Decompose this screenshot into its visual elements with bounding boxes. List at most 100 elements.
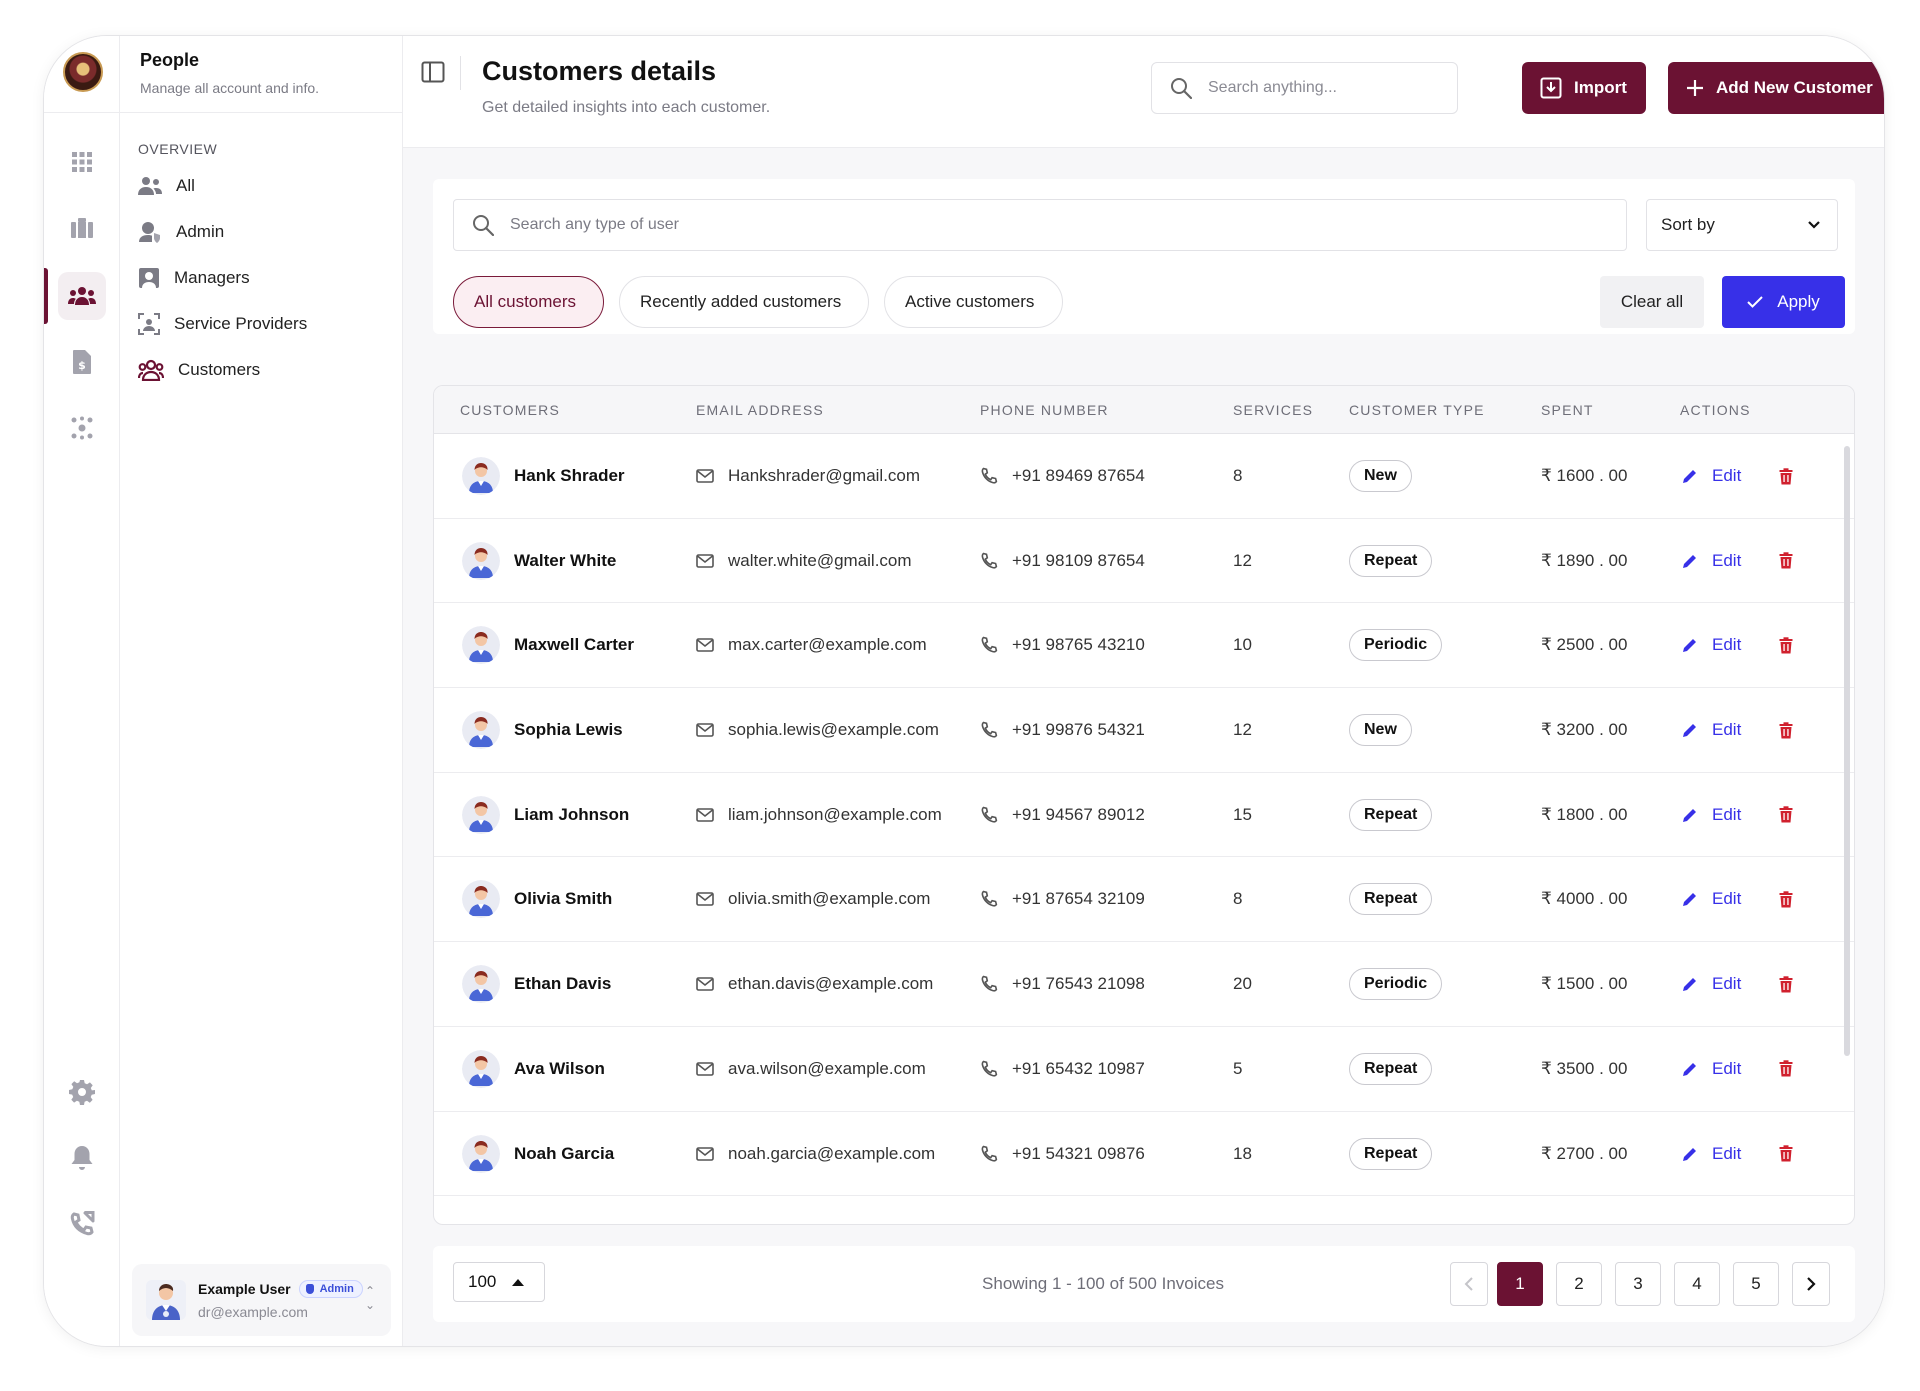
- page-2-button[interactable]: 2: [1556, 1262, 1602, 1306]
- table-row[interactable]: Walter White walter.white@gmail.com +91 98…: [434, 519, 1854, 604]
- header-divider: [460, 56, 461, 90]
- table-row[interactable]: Ava Wilson ava.wilson@example.com +91 6543…: [434, 1027, 1854, 1112]
- edit-label: Edit: [1712, 974, 1742, 994]
- people-sidebar: People Manage all account and info. OVER…: [120, 36, 403, 1346]
- customer-name: Maxwell Carter: [514, 635, 634, 655]
- table-row[interactable]: Noah Garcia noah.garcia@example.com +91 54…: [434, 1112, 1854, 1197]
- customer-phone: +91 99876 54321: [1012, 720, 1145, 740]
- edit-button[interactable]: Edit: [1682, 434, 1741, 518]
- delete-button[interactable]: [1779, 688, 1793, 772]
- delete-button[interactable]: [1779, 773, 1793, 857]
- delete-button[interactable]: [1779, 942, 1793, 1026]
- edit-button[interactable]: Edit: [1682, 1112, 1741, 1196]
- mail-icon: [696, 553, 728, 568]
- import-button[interactable]: Import: [1522, 62, 1646, 114]
- edit-button[interactable]: Edit: [1682, 1027, 1741, 1111]
- edit-button[interactable]: Edit: [1682, 773, 1741, 857]
- icon-rail: $: [44, 36, 120, 1346]
- user-search[interactable]: [453, 199, 1627, 251]
- table-row[interactable]: Hank Shrader Hankshrader@gmail.com +91 894…: [434, 434, 1854, 519]
- sidebar-item-admin[interactable]: Admin: [120, 209, 402, 255]
- table-row[interactable]: Olivia Smith olivia.smith@example.com +91 …: [434, 857, 1854, 943]
- global-search-input[interactable]: [1208, 79, 1428, 97]
- customer-name: Ava Wilson: [514, 1058, 605, 1078]
- app-logo[interactable]: [63, 52, 103, 92]
- import-label: Import: [1574, 78, 1627, 97]
- sidebar-header: People Manage all account and info.: [120, 36, 402, 113]
- type-cell: Periodic: [1349, 942, 1443, 1026]
- edit-button[interactable]: Edit: [1682, 688, 1741, 772]
- apply-button[interactable]: Apply: [1722, 276, 1845, 328]
- delete-button[interactable]: [1779, 1112, 1793, 1196]
- clear-all-button[interactable]: Clear all: [1600, 276, 1704, 328]
- invoice-icon[interactable]: $: [58, 338, 106, 386]
- edit-label: Edit: [1712, 1058, 1742, 1078]
- chip-active-customers[interactable]: Active customers: [884, 276, 1063, 328]
- customer-avatar: [462, 795, 500, 834]
- chip-recently-added[interactable]: Recently added customers: [619, 276, 869, 328]
- customer-cell: Noah Garcia: [462, 1112, 614, 1196]
- customer-type-badge: Repeat: [1349, 798, 1433, 831]
- sidebar-item-managers[interactable]: Managers: [120, 255, 402, 301]
- customer-phone: +91 98109 87654: [1012, 550, 1145, 570]
- edit-label: Edit: [1712, 1143, 1742, 1163]
- sort-by-select[interactable]: Sort by: [1646, 199, 1838, 251]
- showing-count: Showing 1 - 100 of 500 Invoices: [982, 1274, 1224, 1293]
- edit-button[interactable]: Edit: [1682, 942, 1741, 1026]
- table-header: CUSTOMERS EMAIL ADDRESS PHONE NUMBER SER…: [434, 386, 1854, 434]
- next-page-button[interactable]: [1792, 1262, 1830, 1306]
- edit-button[interactable]: Edit: [1682, 603, 1741, 687]
- table-row[interactable]: Liam Johnson liam.johnson@example.com +91 …: [434, 773, 1854, 858]
- expand-collapse-icon[interactable]: ⌃ ⌄: [365, 1284, 375, 1312]
- settings-gear-icon[interactable]: [58, 1068, 106, 1116]
- chevron-left-icon: [1464, 1277, 1473, 1291]
- people-icon[interactable]: [58, 272, 106, 320]
- phone-icon: [980, 636, 1012, 654]
- briefcase-icon[interactable]: [58, 204, 106, 252]
- customer-avatar: [462, 965, 500, 1004]
- sidebar-toggle-icon[interactable]: [421, 60, 445, 89]
- table-row[interactable]: Ethan Davis ethan.davis@example.com +91 76…: [434, 942, 1854, 1027]
- page-3-button[interactable]: 3: [1615, 1262, 1661, 1306]
- edit-button[interactable]: Edit: [1682, 519, 1741, 603]
- prev-page-button[interactable]: [1450, 1262, 1488, 1306]
- phone-call-icon[interactable]: [58, 1200, 106, 1248]
- trash-icon: [1779, 1145, 1793, 1162]
- edit-button[interactable]: Edit: [1682, 857, 1741, 941]
- chip-all-customers[interactable]: All customers: [453, 276, 604, 328]
- integrations-icon[interactable]: [58, 404, 106, 452]
- table-row[interactable]: Sophia Lewis sophia.lewis@example.com +91 …: [434, 688, 1854, 773]
- email-cell: max.carter@example.com: [696, 603, 927, 687]
- add-new-customer-button[interactable]: Add New Customer: [1668, 62, 1884, 114]
- bell-icon[interactable]: [58, 1134, 106, 1182]
- column-email: EMAIL ADDRESS: [696, 402, 824, 418]
- page-4-button[interactable]: 4: [1674, 1262, 1720, 1306]
- sort-by-label: Sort by: [1661, 215, 1715, 234]
- sidebar-item-customers[interactable]: Customers: [120, 347, 402, 393]
- table-row[interactable]: Maxwell Carter max.carter@example.com +91 …: [434, 603, 1854, 689]
- sidebar-item-service-providers[interactable]: Service Providers: [120, 301, 402, 347]
- column-actions: ACTIONS: [1680, 402, 1751, 418]
- page-1-button[interactable]: 1: [1497, 1262, 1543, 1306]
- customer-email: liam.johnson@example.com: [728, 804, 942, 824]
- dashboard-grid-icon[interactable]: [58, 138, 106, 186]
- delete-button[interactable]: [1779, 857, 1793, 941]
- pagination-bar: 100 Showing 1 - 100 of 500 Invoices 1 2 …: [433, 1246, 1855, 1322]
- trash-icon: [1779, 721, 1793, 739]
- table-scrollbar[interactable]: [1844, 446, 1850, 1056]
- customers-table: CUSTOMERS EMAIL ADDRESS PHONE NUMBER SER…: [433, 385, 1855, 1225]
- delete-button[interactable]: [1779, 519, 1793, 603]
- delete-button[interactable]: [1779, 1027, 1793, 1111]
- check-icon: [1747, 296, 1763, 308]
- page-5-button[interactable]: 5: [1733, 1262, 1779, 1306]
- pencil-icon: [1682, 976, 1712, 992]
- global-search[interactable]: [1151, 62, 1458, 114]
- sidebar-subtitle: Manage all account and info.: [140, 80, 320, 96]
- delete-button[interactable]: [1779, 603, 1793, 687]
- services-count: 15: [1233, 804, 1252, 824]
- customer-cell: Sophia Lewis: [462, 688, 623, 772]
- delete-button[interactable]: [1779, 434, 1793, 518]
- current-user-card[interactable]: Example User Admin dr@example.com ⌃ ⌄: [132, 1264, 391, 1336]
- user-search-input[interactable]: [510, 216, 1410, 234]
- sidebar-item-all[interactable]: All: [120, 163, 402, 209]
